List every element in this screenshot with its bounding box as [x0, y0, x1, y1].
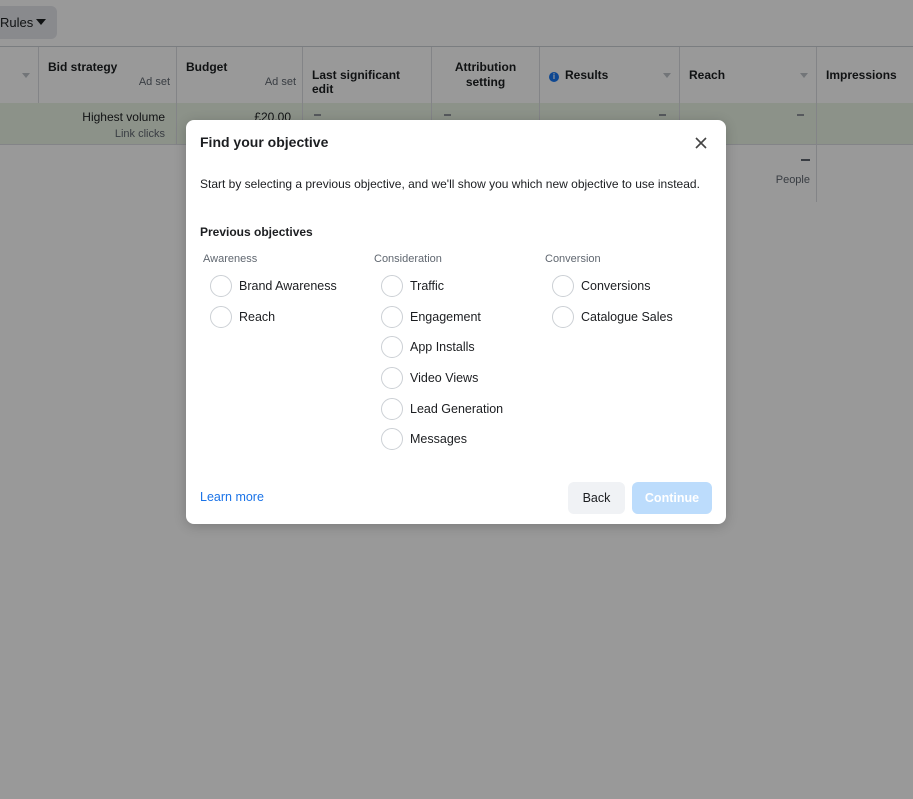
- continue-button[interactable]: Continue: [632, 482, 712, 514]
- radio-icon[interactable]: [210, 275, 232, 298]
- section-label: Previous objectives: [200, 225, 313, 239]
- option-brand-awareness[interactable]: Brand Awareness: [200, 271, 370, 302]
- group-label: Conversion: [545, 253, 601, 265]
- find-objective-dialog: Find your objective Start by selecting a…: [186, 120, 726, 524]
- option-messages[interactable]: Messages: [371, 424, 541, 455]
- option-label: Video Views: [410, 371, 479, 386]
- option-catalogue-sales[interactable]: Catalogue Sales: [542, 302, 712, 333]
- radio-icon[interactable]: [381, 428, 403, 451]
- option-conversions[interactable]: Conversions: [542, 271, 712, 302]
- group-consideration: Consideration Traffic Engagement App Ins…: [371, 253, 541, 455]
- back-button[interactable]: Back: [568, 482, 625, 514]
- close-icon: [695, 137, 707, 149]
- radio-icon[interactable]: [552, 305, 574, 328]
- dialog-title: Find your objective: [200, 134, 329, 150]
- option-label: Catalogue Sales: [581, 309, 673, 324]
- group-label: Awareness: [203, 253, 258, 265]
- radio-icon[interactable]: [381, 397, 403, 420]
- dialog-description: Start by selecting a previous objective,…: [200, 177, 700, 191]
- option-engagement[interactable]: Engagement: [371, 302, 541, 333]
- option-lead-generation[interactable]: Lead Generation: [371, 393, 541, 424]
- option-label: App Installs: [410, 340, 475, 355]
- learn-more-link[interactable]: Learn more: [200, 490, 264, 504]
- option-label: Reach: [239, 309, 276, 324]
- radio-icon[interactable]: [210, 305, 232, 328]
- group-awareness: Awareness Brand Awareness Reach: [200, 253, 370, 332]
- option-label: Conversions: [581, 279, 651, 294]
- option-traffic[interactable]: Traffic: [371, 271, 541, 302]
- group-conversion: Conversion Conversions Catalogue Sales: [542, 253, 712, 332]
- option-label: Engagement: [410, 309, 481, 324]
- close-button[interactable]: [692, 134, 710, 152]
- radio-icon[interactable]: [381, 367, 403, 390]
- radio-icon[interactable]: [381, 305, 403, 328]
- option-video-views[interactable]: Video Views: [371, 363, 541, 394]
- radio-icon[interactable]: [381, 336, 403, 359]
- group-label: Consideration: [374, 253, 442, 265]
- option-label: Messages: [410, 432, 467, 447]
- radio-icon[interactable]: [552, 275, 574, 298]
- option-app-installs[interactable]: App Installs: [371, 332, 541, 363]
- option-reach[interactable]: Reach: [200, 302, 370, 333]
- option-label: Traffic: [410, 279, 445, 294]
- option-label: Lead Generation: [410, 401, 504, 416]
- radio-icon[interactable]: [381, 275, 403, 298]
- option-label: Brand Awareness: [239, 279, 337, 294]
